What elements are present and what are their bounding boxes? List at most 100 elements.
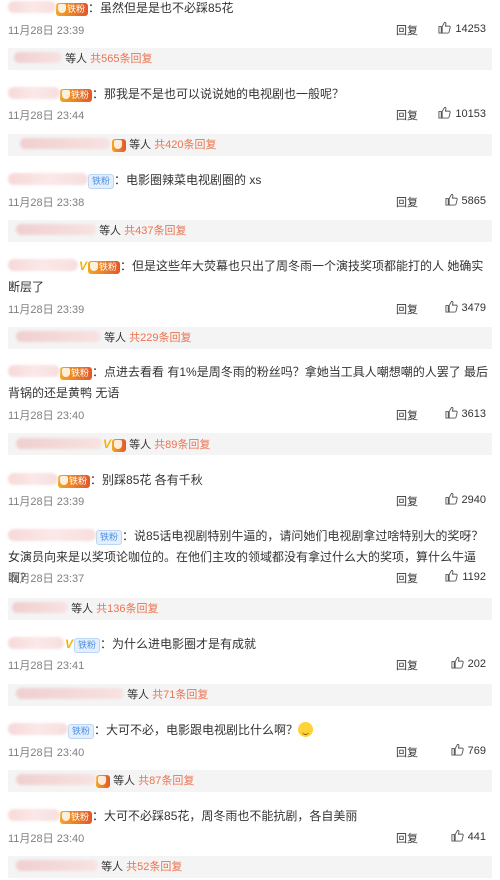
comment-text: ：电影圈辣菜电视剧圈的 xs [114,173,262,187]
thumbs-up-icon [438,21,451,34]
reply-button[interactable]: 回复 [396,657,418,673]
like-button[interactable]: 10153 [438,106,486,120]
reply-button[interactable]: 回复 [396,570,418,586]
username-blurred[interactable] [8,87,60,99]
comment-time: 11月28日 23:40 [8,410,85,422]
fan-badge: 铁粉 [58,475,91,488]
iron-fan-badge: 铁粉 [68,724,95,739]
reply-count-link[interactable]: 共52条回复 [126,861,182,873]
sub-replies[interactable]: 等人 共565条回复 [8,48,492,70]
reply-count-link[interactable]: 共136条回复 [96,603,158,615]
vip-icon: V [79,259,88,273]
like-button[interactable]: 14253 [438,21,486,35]
like-count: 202 [467,658,486,670]
fan-badge: 铁粉 [88,261,121,274]
like-button[interactable]: 5865 [445,193,486,207]
like-button[interactable]: 441 [451,829,486,843]
comment-text: ：大可不必，电影跟电视剧比什么啊？ [94,723,299,737]
username-blurred[interactable] [8,173,88,185]
like-button[interactable]: 769 [451,743,486,757]
like-count: 441 [467,831,486,843]
reply-count-link[interactable]: 共89条回复 [154,439,210,451]
username-blurred[interactable] [8,529,96,541]
sub-replies[interactable]: V 等人 共89条回复 [8,433,492,455]
reply-count-link[interactable]: 共420条回复 [154,139,216,151]
comment-time: 11月28日 23:44 [8,110,85,122]
reply-count-link[interactable]: 共565条回复 [90,53,152,65]
like-count: 769 [467,745,486,757]
fan-badge [112,139,126,152]
fan-badge: 铁粉 [60,367,93,380]
reply-button[interactable]: 回复 [396,22,418,38]
reply-count-link[interactable]: 共71条回复 [152,689,208,701]
thumbs-up-icon [445,492,458,505]
sub-replies[interactable]: 等人 共420条回复 [8,134,492,156]
sub-replies[interactable]: 等人 共136条回复 [8,598,492,620]
reply-button[interactable]: 回复 [396,107,418,123]
fan-badge-icon [62,90,70,99]
like-count: 14253 [455,23,486,35]
comment-time: 11月28日 23:37 [8,573,85,585]
thumbs-up-icon [445,406,458,419]
username-blurred[interactable] [8,809,60,821]
fan-badge [112,439,127,452]
sub-replies[interactable]: 等人 共437条回复 [8,220,492,242]
fan-badge: 铁粉 [56,3,89,16]
sub-replies[interactable]: 等人 共229条回复 [8,327,492,349]
username-blurred [16,224,96,235]
reply-button[interactable]: 回复 [396,830,418,846]
like-count: 2940 [461,494,486,506]
username-blurred[interactable] [8,259,78,271]
thumbs-up-icon [451,829,464,842]
reply-count-link[interactable]: 共87条回复 [138,775,194,787]
username-blurred[interactable] [8,365,60,377]
comment-time: 11月28日 23:40 [8,833,85,845]
thumbs-up-icon [445,569,458,582]
like-count: 5865 [461,195,486,207]
fan-badge: 铁粉 [60,89,93,102]
reply-count-link[interactable]: 共437条回复 [124,225,186,237]
sub-replies[interactable]: 等人 共87条回复 [8,770,492,792]
reply-button[interactable]: 回复 [396,493,418,509]
reply-button[interactable]: 回复 [396,301,418,317]
fan-badge-icon [114,140,122,149]
like-button[interactable]: 3613 [445,406,486,420]
fan-badge-icon [90,262,99,271]
fan-badge-icon [60,476,68,485]
fan-badge [96,775,110,788]
like-button[interactable]: 3479 [445,300,486,314]
thumbs-up-icon [451,656,464,669]
comment-time: 11月28日 23:38 [8,197,85,209]
vip-icon: V [65,637,74,651]
reply-button[interactable]: 回复 [396,194,418,210]
fan-badge-icon [58,4,66,13]
comment-time: 11月28日 23:39 [8,304,85,316]
comment-text: ：那我是不是也可以说说她的电视剧也一般呢？ [92,87,345,101]
like-button[interactable]: 202 [451,656,486,670]
reply-count-link[interactable]: 共229条回复 [129,332,191,344]
username-blurred[interactable] [8,723,68,735]
comment-text: ：虽然但是是也不必踩85花 [88,1,234,15]
reply-button[interactable]: 回复 [396,407,418,423]
like-button[interactable]: 1192 [445,569,486,583]
sub-replies[interactable]: 等人 共71条回复 [8,684,492,706]
vip-icon: V [103,437,112,451]
username-blurred[interactable] [8,1,56,13]
iron-fan-badge: 铁粉 [74,638,101,653]
iron-fan-badge: 铁粉 [88,174,115,189]
thumbs-up-icon [445,300,458,313]
comment-time: 11月28日 23:41 [8,660,85,672]
thumbs-up-icon [445,193,458,206]
like-count: 1192 [462,571,486,583]
fan-badge-icon [62,812,70,821]
sub-replies[interactable]: 等人 共52条回复 [8,856,492,878]
username-blurred[interactable] [8,473,58,485]
comment-time: 11月28日 23:39 [8,496,85,508]
username-blurred[interactable] [8,637,64,649]
iron-fan-badge: 铁粉 [96,530,123,545]
like-button[interactable]: 2940 [445,492,486,506]
username-blurred [16,774,96,785]
comment-text: ：为什么进电影圈才是有成就 [100,637,257,651]
like-count: 10153 [455,108,486,120]
reply-button[interactable]: 回复 [396,744,418,760]
